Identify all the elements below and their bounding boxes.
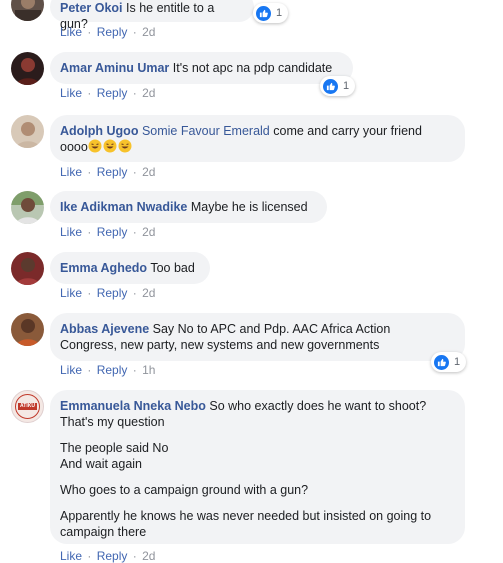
comment-paragraph: Who goes to a campaign ground with a gun…	[60, 483, 309, 497]
comment-actions: Like · Reply · 2d	[60, 25, 155, 39]
avatar-text: ATIKU	[20, 403, 35, 409]
separator: ·	[87, 165, 92, 179]
comment-time[interactable]: 2d	[142, 225, 155, 239]
comment-time[interactable]: 2d	[142, 86, 155, 100]
separator: ·	[87, 549, 92, 563]
comment-author[interactable]: Abbas Ajevene	[60, 322, 149, 336]
avatar[interactable]: ATIKU	[11, 390, 44, 423]
comment-emma-aghedo: Emma Aghedo Too bad Like · Reply · 2d	[0, 251, 503, 306]
separator: ·	[132, 363, 137, 377]
avatar[interactable]	[11, 252, 44, 285]
like-link[interactable]: Like	[60, 165, 82, 179]
comment-text: So who exactly does he want to shoot?	[209, 399, 427, 413]
comment-abbas-ajevene: Abbas Ajevene Say No to APC and Pdp. AAC…	[0, 312, 503, 382]
reply-link[interactable]: Reply	[97, 363, 128, 377]
avatar[interactable]	[11, 0, 44, 21]
separator: ·	[87, 86, 92, 100]
comment-time[interactable]: 2d	[142, 286, 155, 300]
laughing-emoji-icon	[88, 139, 102, 153]
reply-link[interactable]: Reply	[97, 286, 128, 300]
comment-paragraph: Apparently he knows he was never needed …	[60, 509, 432, 523]
comment-actions: Like · Reply · 1h	[60, 363, 155, 377]
comment-emmanuela-nneka-nebo: ATIKU Emmanuela Nneka Nebo So who exactl…	[0, 389, 503, 563]
separator: ·	[87, 225, 92, 239]
reaction-count[interactable]: 1	[320, 76, 356, 96]
reply-link[interactable]: Reply	[97, 165, 128, 179]
comment-bubble: Amar Aminu Umar It's not apc na pdp cand…	[50, 52, 353, 84]
thumbs-up-icon	[256, 5, 271, 21]
comment-author[interactable]: Emma Aghedo	[60, 261, 147, 275]
comment-time[interactable]: 2d	[142, 25, 155, 39]
thumbs-up-icon	[434, 354, 449, 370]
comment-paragraph-line: campaign there	[60, 525, 147, 539]
comment-paragraph: The people said No	[60, 441, 169, 455]
avatar[interactable]	[11, 115, 44, 148]
comment-author[interactable]: Adolph Ugoo	[60, 124, 138, 138]
reaction-count-value: 1	[454, 356, 461, 368]
mention-link[interactable]: Somie Favour Emerald	[142, 124, 270, 138]
comment-ike-adikman-nwadike: Ike Adikman Nwadike Maybe he is licensed…	[0, 190, 503, 245]
separator: ·	[132, 286, 137, 300]
comment-text: come and carry your friend	[273, 124, 422, 138]
separator: ·	[132, 549, 137, 563]
reply-link[interactable]: Reply	[97, 86, 128, 100]
thumbs-up-icon	[323, 78, 338, 94]
separator: ·	[132, 86, 137, 100]
comment-text-continued: oooo	[60, 140, 88, 154]
comment-time[interactable]: 2d	[142, 165, 155, 179]
separator: ·	[132, 225, 137, 239]
reply-link[interactable]: Reply	[97, 25, 128, 39]
laughing-emoji-icon	[118, 139, 132, 153]
comment-actions: Like · Reply · 2d	[60, 225, 155, 239]
reaction-count-value: 1	[343, 80, 350, 92]
comment-bubble: Abbas Ajevene Say No to APC and Pdp. AAC…	[50, 313, 465, 361]
comment-peter-okoi: Peter Okoi Is he entitle to a gun? 1 Lik…	[0, 0, 503, 45]
comment-paragraph-line: And wait again	[60, 457, 143, 471]
like-link[interactable]: Like	[60, 225, 82, 239]
comment-time[interactable]: 1h	[142, 363, 155, 377]
like-link[interactable]: Like	[60, 549, 82, 563]
comment-time[interactable]: 2d	[142, 549, 155, 563]
like-link[interactable]: Like	[60, 25, 82, 39]
comment-amar-aminu-umar: Amar Aminu Umar It's not apc na pdp cand…	[0, 50, 503, 105]
comment-bubble: Ike Adikman Nwadike Maybe he is licensed	[50, 191, 327, 223]
comment-bubble: Emmanuela Nneka Nebo So who exactly does…	[50, 390, 465, 544]
comment-author[interactable]: Peter Okoi	[60, 1, 123, 15]
separator: ·	[87, 286, 92, 300]
like-link[interactable]: Like	[60, 363, 82, 377]
reaction-count-value: 1	[276, 7, 283, 19]
comment-text: It's not apc na pdp candidate	[172, 61, 333, 75]
comment-bubble: Adolph Ugoo Somie Favour Emerald come an…	[50, 115, 465, 162]
reaction-count[interactable]: 1	[431, 352, 467, 372]
avatar[interactable]	[11, 191, 44, 224]
comment-text-continued: That's my question	[60, 415, 165, 429]
comment-text-continued: Congress, new party, new systems and new…	[60, 338, 380, 352]
reaction-count[interactable]: 1	[253, 3, 289, 23]
avatar[interactable]	[11, 52, 44, 85]
separator: ·	[132, 25, 137, 39]
comment-text: Say No to APC and Pdp. AAC Africa Action	[152, 322, 391, 336]
comment-text: Too bad	[150, 261, 195, 275]
separator: ·	[87, 363, 92, 377]
comment-actions: Like · Reply · 2d	[60, 549, 155, 563]
like-link[interactable]: Like	[60, 86, 82, 100]
like-link[interactable]: Like	[60, 286, 82, 300]
laughing-emoji-icon	[103, 139, 117, 153]
comment-author[interactable]: Emmanuela Nneka Nebo	[60, 399, 206, 413]
comment-author[interactable]: Amar Aminu Umar	[60, 61, 169, 75]
comment-actions: Like · Reply · 2d	[60, 165, 155, 179]
separator: ·	[132, 165, 137, 179]
reply-link[interactable]: Reply	[97, 549, 128, 563]
separator: ·	[87, 25, 92, 39]
comment-adolph-ugoo: Adolph Ugoo Somie Favour Emerald come an…	[0, 113, 503, 183]
comment-actions: Like · Reply · 2d	[60, 86, 155, 100]
comment-author[interactable]: Ike Adikman Nwadike	[60, 200, 187, 214]
reply-link[interactable]: Reply	[97, 225, 128, 239]
comment-bubble: Emma Aghedo Too bad	[50, 252, 210, 284]
comment-bubble: Peter Okoi Is he entitle to a gun?	[50, 0, 254, 31]
avatar[interactable]	[11, 313, 44, 346]
comment-actions: Like · Reply · 2d	[60, 286, 155, 300]
comment-text: Maybe he is licensed	[190, 200, 308, 214]
